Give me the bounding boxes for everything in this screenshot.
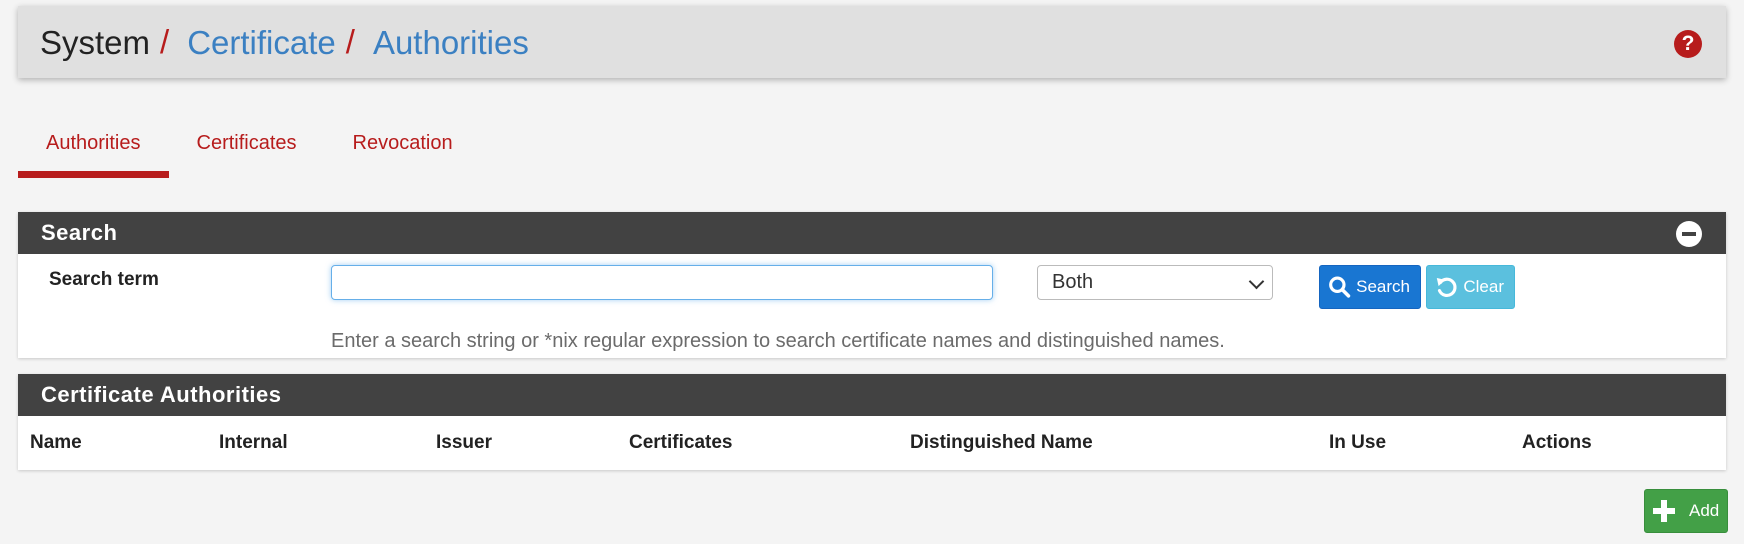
- breadcrumb-separator: /: [345, 23, 355, 60]
- search-panel-header: Search: [18, 212, 1726, 254]
- column-header-internal[interactable]: Internal: [219, 432, 288, 454]
- search-button-label: Search: [1356, 277, 1410, 296]
- search-panel: Search Search term Both Search Clear Ent…: [18, 212, 1726, 358]
- tab-bar: Authorities Certificates Revocation: [18, 116, 481, 182]
- search-input[interactable]: [331, 265, 993, 300]
- column-header-certificates[interactable]: Certificates: [629, 432, 733, 454]
- search-term-label: Search term: [49, 269, 159, 290]
- ca-panel-header: Certificate Authorities: [18, 374, 1726, 416]
- search-help-text: Enter a search string or *nix regular ex…: [331, 330, 1225, 352]
- add-button-label: Add: [1689, 501, 1720, 520]
- clear-button[interactable]: Clear: [1426, 265, 1515, 309]
- breadcrumb-authorities-link[interactable]: Authorities: [373, 26, 529, 59]
- question-circle-icon[interactable]: ?: [1674, 30, 1702, 58]
- column-header-issuer[interactable]: Issuer: [436, 432, 492, 454]
- breadcrumb-separator: /: [160, 23, 170, 60]
- tab-certificates[interactable]: Certificates: [169, 116, 325, 182]
- undo-icon: [1436, 277, 1457, 297]
- search-panel-title: Search: [41, 220, 118, 245]
- ca-panel-title: Certificate Authorities: [41, 382, 282, 407]
- search-button[interactable]: Search: [1319, 265, 1421, 309]
- minus-circle-icon[interactable]: [1676, 221, 1702, 247]
- search-scope-select[interactable]: Both: [1037, 265, 1273, 300]
- breadcrumb: System / Certificate / Authorities ?: [18, 6, 1726, 78]
- tab-revocation[interactable]: Revocation: [325, 116, 481, 182]
- chevron-down-icon: [1248, 273, 1265, 290]
- breadcrumb-system: System: [40, 23, 151, 61]
- column-header-distinguished-name[interactable]: Distinguished Name: [910, 432, 1093, 454]
- clear-button-label: Clear: [1463, 277, 1504, 296]
- add-button[interactable]: Add: [1644, 489, 1728, 533]
- search-scope-value: Both: [1052, 271, 1094, 293]
- column-header-actions: Actions: [1522, 432, 1592, 453]
- tab-authorities[interactable]: Authorities: [18, 116, 169, 182]
- breadcrumb-certificate-link[interactable]: Certificate: [187, 26, 336, 59]
- search-icon: [1329, 276, 1351, 298]
- column-header-name[interactable]: Name: [30, 432, 82, 454]
- plus-icon: [1653, 500, 1675, 522]
- column-header-in-use[interactable]: In Use: [1329, 432, 1386, 454]
- certificate-authorities-panel: Certificate Authorities Name Internal Is…: [18, 374, 1726, 470]
